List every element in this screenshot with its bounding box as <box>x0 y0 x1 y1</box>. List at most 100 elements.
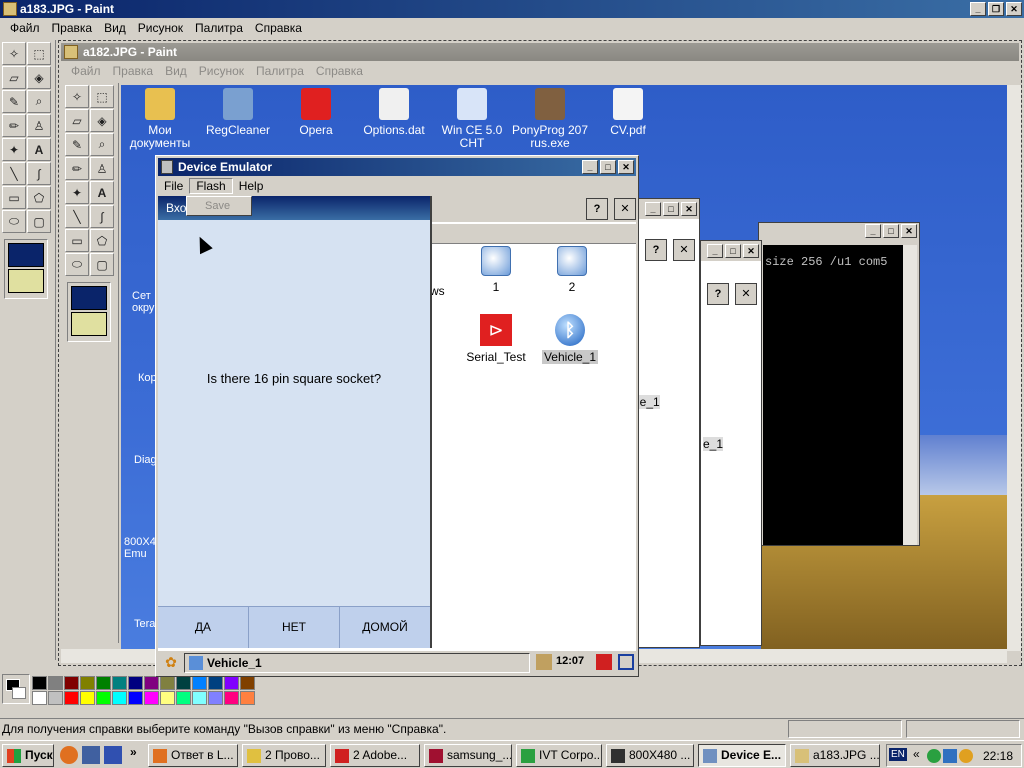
palette-swatch[interactable] <box>64 676 79 690</box>
bluetooth-tray-icon[interactable] <box>927 749 941 763</box>
palette-swatch[interactable] <box>144 676 159 690</box>
palette-swatch[interactable] <box>192 691 207 705</box>
ce-icon-2[interactable]: 2 <box>552 246 592 294</box>
ce-icon-serial-test[interactable]: ⊳ Serial_Test <box>456 314 536 364</box>
emulator-close-button[interactable]: ✕ <box>618 160 634 174</box>
palette-swatch[interactable] <box>160 676 175 690</box>
palette-swatch[interactable] <box>32 691 47 705</box>
palette-swatch[interactable] <box>240 676 255 690</box>
palette-swatch[interactable] <box>48 676 63 690</box>
back2-maximize-button[interactable]: □ <box>725 244 741 258</box>
palette-swatch[interactable] <box>112 691 127 705</box>
current-colors[interactable] <box>2 674 30 704</box>
tool-options[interactable] <box>4 239 48 299</box>
desktop-icon[interactable]: CV.pdf <box>588 88 668 137</box>
ce-tray-windows-icon[interactable] <box>618 654 634 670</box>
flash-save-item[interactable]: Save <box>187 197 251 215</box>
desktop-icon[interactable]: RegCleaner <box>198 88 278 137</box>
taskbar-item[interactable]: Device E... <box>698 744 786 767</box>
palette-swatch[interactable] <box>176 691 191 705</box>
outer-titlebar[interactable]: a183.JPG - Paint _ ❐ ✕ <box>0 0 1024 18</box>
transparent-option-icon[interactable] <box>8 269 44 293</box>
opaque-option-icon[interactable] <box>8 243 44 267</box>
taskbar-item[interactable]: IVT Corpo... <box>516 744 602 767</box>
palette-swatch[interactable] <box>96 676 111 690</box>
ce-icon-1[interactable]: 1 <box>476 246 516 294</box>
tray-expand-icon[interactable]: « <box>913 747 920 761</box>
emulator-menu-flash[interactable]: Flash <box>189 178 233 194</box>
network-tray-icon[interactable] <box>943 749 957 763</box>
ellipse-icon[interactable]: ⬭ <box>2 210 26 233</box>
back1-maximize-button[interactable]: □ <box>663 202 679 216</box>
taskbar-item[interactable]: samsung_... <box>424 744 512 767</box>
taskbar-item[interactable]: 2 Adobe... <box>330 744 420 767</box>
desktop-icon[interactable]: Мои документы <box>120 88 200 150</box>
volume-tray-icon[interactable] <box>959 749 973 763</box>
ce-close-x[interactable]: ✕ <box>614 198 636 220</box>
back1-help-button[interactable]: ? <box>645 239 667 261</box>
quicklaunch-save-icon[interactable] <box>104 746 122 764</box>
yes-button[interactable]: ДА <box>158 607 249 648</box>
desktop-icon[interactable]: Options.dat <box>354 88 434 137</box>
airbrush-icon[interactable]: ✦ <box>2 138 26 161</box>
outer-maximize-button[interactable]: ❐ <box>988 2 1004 16</box>
palette-swatch[interactable] <box>208 676 223 690</box>
ce-task-vehicle[interactable]: Vehicle_1 <box>184 653 530 673</box>
palette-swatch[interactable] <box>48 691 63 705</box>
outer-menu-file[interactable]: Файл <box>4 21 46 35</box>
desktop-icon[interactable]: Win CE 5.0 CHT <box>432 88 512 150</box>
taskbar-item[interactable]: 2 Прово... <box>242 744 326 767</box>
emulator-titlebar[interactable]: Device Emulator _ □ ✕ <box>158 158 636 176</box>
rounded-rect-icon[interactable]: ▢ <box>27 210 51 233</box>
start-button[interactable]: Пуск <box>2 744 54 767</box>
polygon-icon[interactable]: ⬠ <box>27 186 51 209</box>
back2-help-button[interactable]: ? <box>707 283 729 305</box>
home-button[interactable]: ДОМОЙ <box>340 607 430 648</box>
console-scrollbar[interactable] <box>903 245 917 545</box>
ce-tray-keyboard-icon[interactable] <box>536 654 552 670</box>
taskbar-item[interactable]: Ответ в L... <box>148 744 238 767</box>
back2-close-button[interactable]: ✕ <box>743 244 759 258</box>
back2-close-x[interactable]: ✕ <box>735 283 757 305</box>
emulator-minimize-button[interactable]: _ <box>582 160 598 174</box>
desktop-icon[interactable]: Opera <box>276 88 356 137</box>
palette-swatch[interactable] <box>208 691 223 705</box>
outer-menu-palette[interactable]: Палитра <box>189 21 249 35</box>
outer-menu-view[interactable]: Вид <box>98 21 132 35</box>
ce-icon-vehicle[interactable]: ᛒ Vehicle_1 <box>538 314 602 364</box>
palette-swatch[interactable] <box>112 676 127 690</box>
palette-swatch[interactable] <box>160 691 175 705</box>
outer-menu-image[interactable]: Рисунок <box>132 21 189 35</box>
palette-swatch[interactable] <box>96 691 111 705</box>
pencil-icon[interactable]: ✏ <box>2 114 26 137</box>
taskbar-item[interactable]: 800X480 ... <box>606 744 694 767</box>
curve-icon[interactable]: ∫ <box>27 162 51 185</box>
outer-minimize-button[interactable]: _ <box>970 2 986 16</box>
text-icon[interactable]: A <box>27 138 51 161</box>
quicklaunch-app-icon[interactable] <box>82 746 100 764</box>
palette-swatch[interactable] <box>224 676 239 690</box>
rect-select-icon[interactable]: ⬚ <box>27 42 51 65</box>
rectangle-icon[interactable]: ▭ <box>2 186 26 209</box>
back1-close-x[interactable]: ✕ <box>673 239 695 261</box>
palette-swatch[interactable] <box>224 691 239 705</box>
palette-swatch[interactable] <box>80 676 95 690</box>
quicklaunch-more-icon[interactable]: » <box>130 745 137 759</box>
outer-menu-edit[interactable]: Правка <box>46 21 99 35</box>
free-select-icon[interactable]: ✧ <box>2 42 26 65</box>
picker-icon[interactable]: ✎ <box>2 90 26 113</box>
ce-tray-flag-icon[interactable] <box>596 654 612 670</box>
console-minimize-button[interactable]: _ <box>865 224 881 238</box>
magnifier-icon[interactable]: ⌕ <box>27 90 51 113</box>
ce-help-button[interactable]: ? <box>586 198 608 220</box>
console-close-button[interactable]: ✕ <box>901 224 917 238</box>
outer-menu-help[interactable]: Справка <box>249 21 308 35</box>
palette-swatch[interactable] <box>192 676 207 690</box>
eraser-icon[interactable]: ▱ <box>2 66 26 89</box>
fill-icon[interactable]: ◈ <box>27 66 51 89</box>
emulator-maximize-button[interactable]: □ <box>600 160 616 174</box>
back2-minimize-button[interactable]: _ <box>707 244 723 258</box>
palette-swatch[interactable] <box>32 676 47 690</box>
palette-swatch[interactable] <box>80 691 95 705</box>
back1-close-button[interactable]: ✕ <box>681 202 697 216</box>
